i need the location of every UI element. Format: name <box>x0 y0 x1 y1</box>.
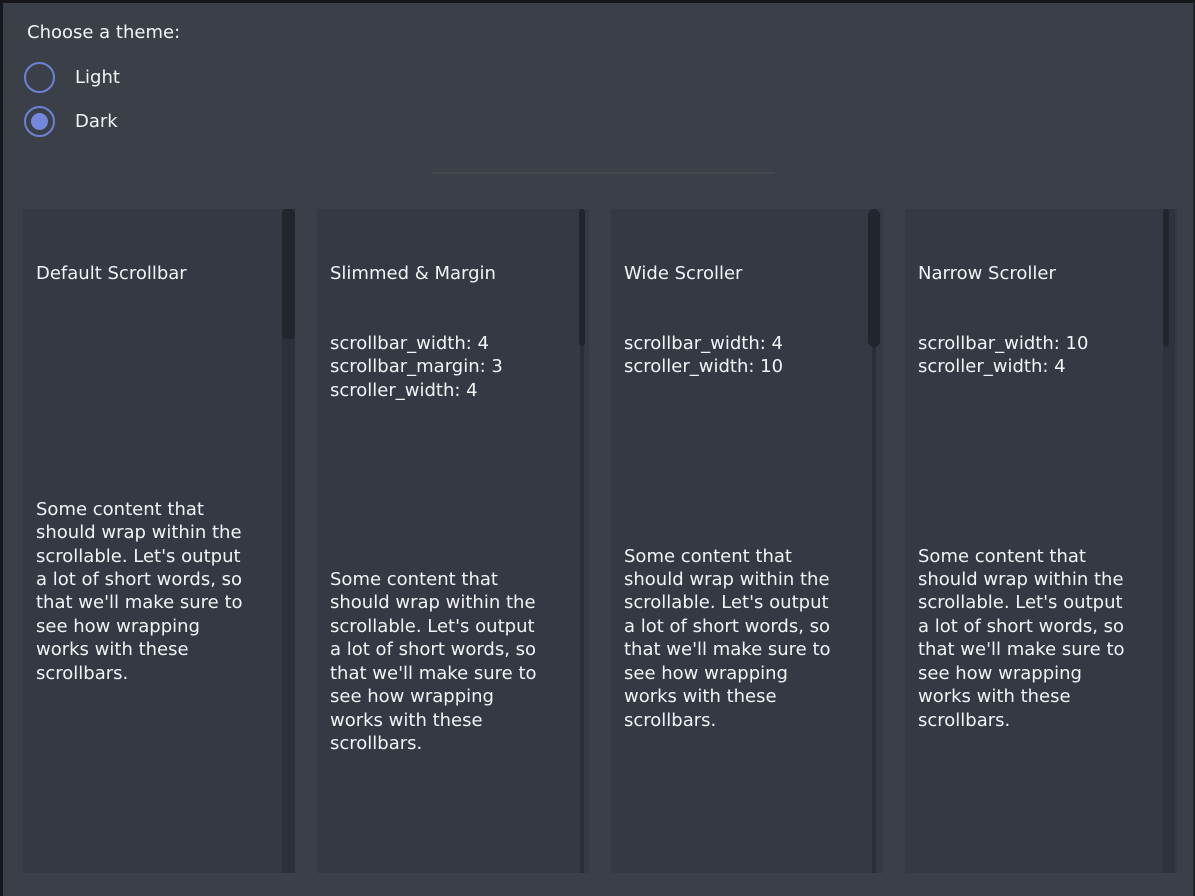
radio-circle-icon[interactable] <box>24 106 55 137</box>
panel-body-text: Some content that should wrap within the… <box>918 545 1157 732</box>
panel-default-scrollbar: Default Scrollbar Some content that shou… <box>23 209 295 873</box>
scroll-demo-row: Default Scrollbar Some content that shou… <box>23 209 1177 873</box>
scrollbar-thumb[interactable] <box>579 209 585 346</box>
scrollable-content[interactable]: Slimmed & Margin scrollbar_width: 4 scro… <box>317 209 589 873</box>
theme-picker-label: Choose a theme: <box>27 21 180 44</box>
radio-option-dark[interactable]: Dark <box>24 106 118 137</box>
radio-label-dark: Dark <box>75 110 118 133</box>
radio-label-light: Light <box>75 66 120 89</box>
radio-option-light[interactable]: Light <box>24 62 120 93</box>
panel-params: scrollbar_width: 10 scroller_width: 4 <box>918 332 1157 379</box>
panel-params: scrollbar_width: 4 scrollbar_margin: 3 s… <box>330 332 569 402</box>
radio-dot <box>31 113 48 130</box>
horizontal-divider <box>431 172 775 174</box>
panel-narrow-scroller: Narrow Scroller scrollbar_width: 10 scro… <box>905 209 1177 873</box>
panel-title: Slimmed & Margin <box>330 262 569 285</box>
radio-dot <box>31 69 48 86</box>
panel-title: Wide Scroller <box>624 262 863 285</box>
scrollbar-thumb[interactable] <box>282 209 295 339</box>
scrollbar-thumb[interactable] <box>868 209 880 347</box>
panel-wide-scroller: Wide Scroller scrollbar_width: 4 scrolle… <box>611 209 883 873</box>
panel-title: Narrow Scroller <box>918 262 1157 285</box>
panel-body-text: Some content that should wrap within the… <box>624 545 863 732</box>
scrollbar-thumb[interactable] <box>1163 209 1169 347</box>
scrollable-content[interactable]: Default Scrollbar Some content that shou… <box>23 209 295 873</box>
panel-title: Default Scrollbar <box>36 262 275 285</box>
app-window: Choose a theme: Light Dark Default Scrol… <box>0 0 1195 896</box>
radio-circle-icon[interactable] <box>24 62 55 93</box>
panel-params: scrollbar_width: 4 scroller_width: 10 <box>624 332 863 379</box>
scrollable-content[interactable]: Narrow Scroller scrollbar_width: 10 scro… <box>905 209 1177 873</box>
panel-slimmed-margin: Slimmed & Margin scrollbar_width: 4 scro… <box>317 209 589 873</box>
scrollable-content[interactable]: Wide Scroller scrollbar_width: 4 scrolle… <box>611 209 883 873</box>
panel-body-text: Some content that should wrap within the… <box>36 498 275 685</box>
panel-body-text: Some content that should wrap within the… <box>330 568 569 755</box>
